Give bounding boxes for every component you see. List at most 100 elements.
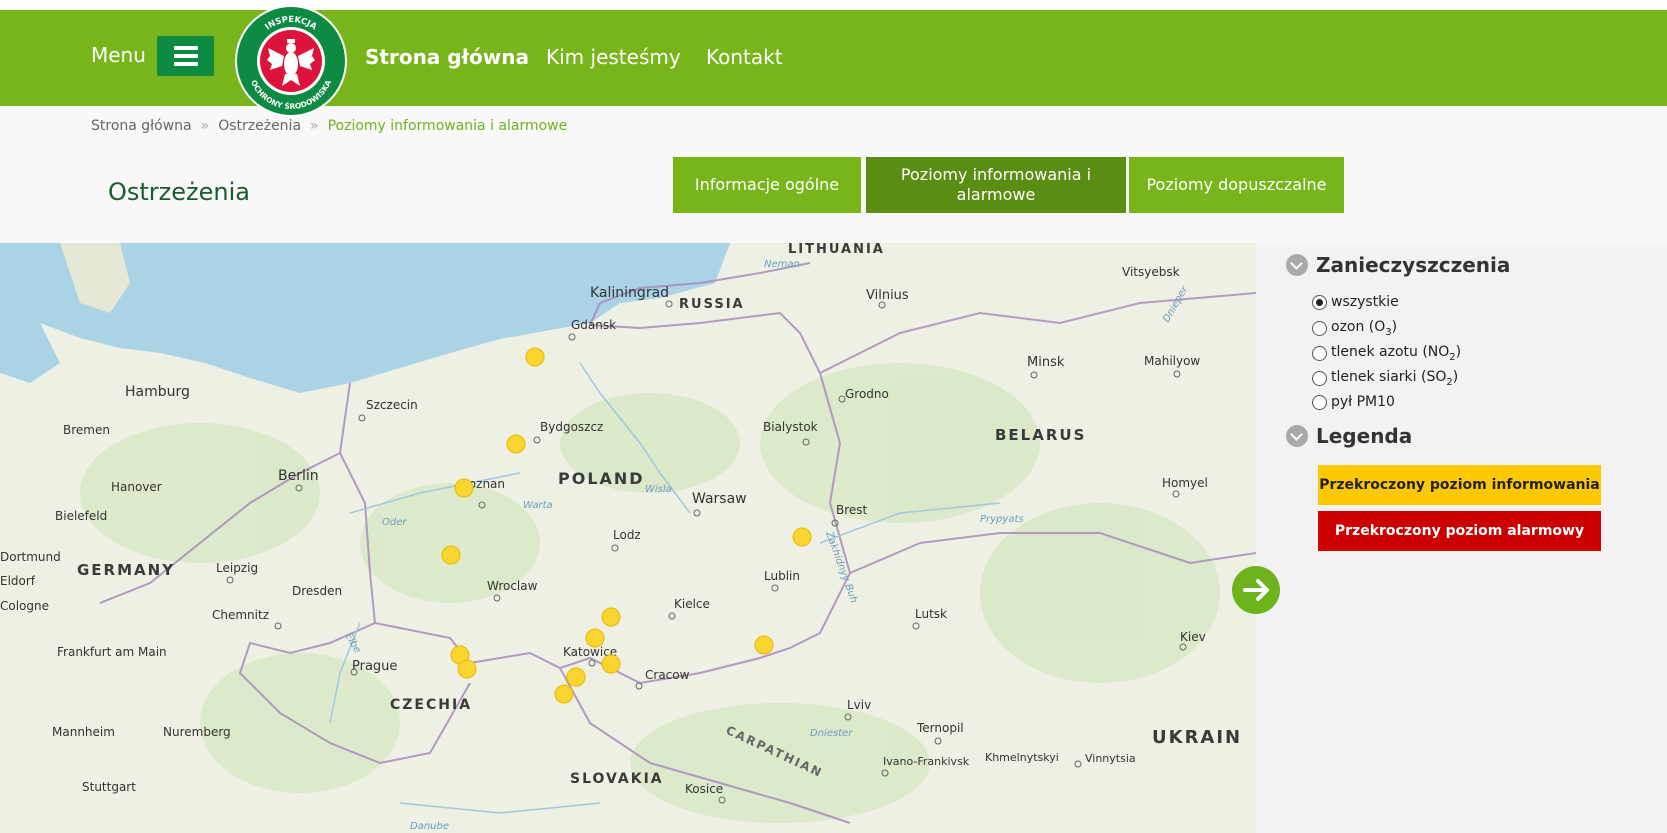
radio-label: tlenek siarki (SO2) <box>1331 369 1459 388</box>
map-city-label: Mahilyow <box>1144 354 1200 368</box>
radio-button[interactable] <box>1312 294 1327 310</box>
map-country-label: SLOVAKIA <box>570 771 664 787</box>
radio-button[interactable] <box>1312 320 1327 336</box>
map-country-label: GERMANY <box>77 561 175 579</box>
legend-section-header[interactable]: Legenda <box>1286 424 1412 448</box>
radio-pm10[interactable]: pył PM10 <box>1312 394 1395 410</box>
breadcrumb-home[interactable]: Strona główna <box>91 118 192 134</box>
nav-about[interactable]: Kim jesteśmy <box>546 45 681 69</box>
info-level-marker <box>554 684 574 704</box>
map-city-label: Szczecin <box>366 398 418 412</box>
map-river-label: Wisla <box>645 484 672 495</box>
map-city-label: Cracow <box>645 668 690 682</box>
map-city-label: Kielce <box>674 597 710 611</box>
map-city-label: Bialystok <box>763 420 818 434</box>
legend-info-level: Przekroczony poziom informowania <box>1318 465 1601 505</box>
menu-button[interactable] <box>157 36 214 76</box>
map-city-label: Prague <box>352 659 397 674</box>
hamburger-icon-bar <box>174 54 198 58</box>
map-country-label: POLAND <box>558 469 645 488</box>
map-city-label: Brest <box>836 503 868 517</box>
breadcrumb-warnings[interactable]: Ostrzeżenia <box>218 118 301 134</box>
map-city-label: Lutsk <box>915 607 947 621</box>
nav-home[interactable]: Strona główna <box>365 45 529 69</box>
breadcrumb-current: Poziomy informowania i alarmowe <box>327 118 568 134</box>
info-level-marker <box>441 545 461 565</box>
map-river-label: Danube <box>410 821 449 832</box>
map-city-label: Lublin <box>764 569 800 583</box>
map-country-label: LITHUANIA <box>788 243 885 257</box>
map-city-label: Vinnytsia <box>1085 752 1136 765</box>
radio-label: pył PM10 <box>1331 394 1395 410</box>
radio-all[interactable]: wszystkie <box>1312 294 1399 310</box>
map-city-label: Warsaw <box>692 491 747 507</box>
radio-label: tlenek azotu (NO2) <box>1331 344 1462 363</box>
map-city-label: Khmelnytskyi <box>985 751 1059 764</box>
map-city-label: Kosice <box>685 782 723 796</box>
legend-alarm-level: Przekroczony poziom alarmowy <box>1318 511 1601 551</box>
tab-allowed-levels[interactable]: Poziomy dopuszczalne <box>1129 157 1344 213</box>
map-city-label: Cologne <box>0 599 49 613</box>
breadcrumb-separator: » <box>200 118 210 134</box>
page-title: Ostrzeżenia <box>108 178 250 206</box>
map-country-label: CZECHIA <box>390 697 472 713</box>
map-city-label: Ivano-Frankivsk <box>883 755 970 768</box>
map-city-label: Lviv <box>847 698 871 712</box>
map-city-label: Kaliningrad <box>590 285 669 301</box>
breadcrumb-separator: » <box>310 118 319 134</box>
map-city-label: Wroclaw <box>487 579 538 593</box>
map-country-label: BELARUS <box>995 426 1086 444</box>
radio-button[interactable] <box>1312 345 1327 361</box>
map-city-label: Frankfurt am Main <box>57 645 167 659</box>
map-city-label: Mannheim <box>52 725 115 739</box>
info-level-marker <box>792 527 812 547</box>
map-river-label: Neman <box>764 259 800 270</box>
map-city-label: Grodno <box>845 387 889 401</box>
map-city-label: Eldorf <box>0 574 36 588</box>
nav-contact[interactable]: Kontakt <box>706 45 783 69</box>
hamburger-icon-bar <box>174 62 198 66</box>
info-level-marker <box>585 628 605 648</box>
chevron-down-icon <box>1286 254 1308 276</box>
pollution-map[interactable]: LITHUANIA RUSSIA BELARUS POLAND GERMANY … <box>0 243 1256 833</box>
chevron-down-icon <box>1286 425 1308 447</box>
map-city-label: Bydgoszcz <box>540 420 603 434</box>
side-panel: Zanieczyszczenia wszystkie ozon (O3) tle… <box>1256 243 1667 833</box>
menu-label: Menu <box>91 43 146 67</box>
radio-label: wszystkie <box>1331 294 1399 310</box>
radio-ozone[interactable]: ozon (O3) <box>1312 319 1397 338</box>
info-level-marker <box>754 635 774 655</box>
map-city-label: Lodz <box>613 528 641 542</box>
radio-no2[interactable]: tlenek azotu (NO2) <box>1312 344 1461 363</box>
gios-logo[interactable]: INSPEKCJA OCHRONY ŚRODOWISKA <box>234 4 348 118</box>
map-city-label: Vitsyebsk <box>1122 265 1180 279</box>
radio-so2[interactable]: tlenek siarki (SO2) <box>1312 369 1458 388</box>
map-city-label: Homyel <box>1162 476 1208 490</box>
map-city-label: Bremen <box>63 423 110 437</box>
map-city-label: Gdansk <box>571 318 616 332</box>
map-city-label: Chemnitz <box>212 608 269 622</box>
radio-button[interactable] <box>1312 394 1327 410</box>
tab-info-alarm-levels[interactable]: Poziomy informowania i alarmowe <box>866 157 1126 213</box>
map-river-label: Elbe <box>342 631 362 655</box>
map-city-label: Dresden <box>292 584 342 598</box>
tab-general-info[interactable]: Informacje ogólne <box>673 157 861 213</box>
map-river-label: Dniester <box>810 728 853 739</box>
info-level-marker <box>457 659 477 679</box>
pollutants-title: Zanieczyszczenia <box>1316 253 1511 277</box>
map-river-label: Oder <box>382 517 407 528</box>
radio-button[interactable] <box>1312 370 1327 386</box>
arrow-right-icon <box>1243 579 1269 601</box>
pollutants-section-header[interactable]: Zanieczyszczenia <box>1286 253 1510 277</box>
info-level-marker <box>601 607 621 627</box>
map-city-label: Hanover <box>111 480 162 494</box>
map-city-label: Berlin <box>278 468 319 484</box>
map-river-label: Prypyats <box>980 514 1024 525</box>
map-city-label: Vilnius <box>866 288 909 303</box>
info-level-marker <box>525 347 545 367</box>
map-city-label: Hamburg <box>125 384 190 400</box>
info-level-marker <box>566 667 586 687</box>
next-arrow-button[interactable] <box>1232 566 1280 614</box>
map-city-label: Leipzig <box>216 561 258 575</box>
map-country-label: UKRAIN <box>1152 727 1242 748</box>
